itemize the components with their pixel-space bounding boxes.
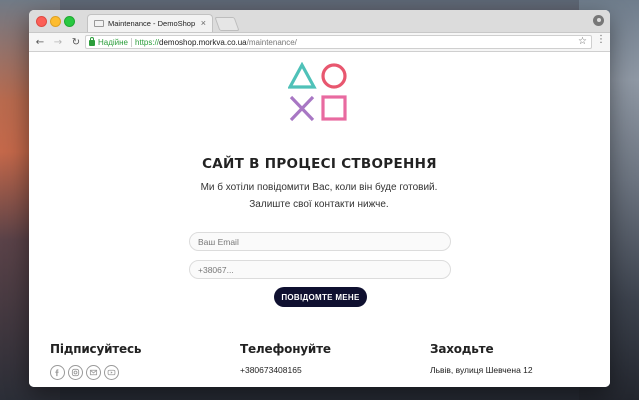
footer-subscribe: Підписуйтесь bbox=[50, 342, 141, 380]
visit-heading: Заходьте bbox=[430, 342, 494, 356]
url-scheme: https:// bbox=[135, 37, 160, 47]
url-path: /maintenance/ bbox=[246, 37, 297, 47]
phone-number[interactable]: +380673408165 bbox=[240, 365, 331, 375]
social-links bbox=[50, 365, 141, 380]
browser-menu-icon[interactable]: ⋮ bbox=[596, 35, 606, 45]
phone-field[interactable] bbox=[189, 260, 451, 279]
tab-close-icon[interactable]: × bbox=[201, 19, 206, 28]
zoom-window-button[interactable] bbox=[64, 16, 75, 27]
page-title: САЙТ В ПРОЦЕСІ СТВОРЕННЯ bbox=[202, 156, 437, 172]
facebook-icon[interactable] bbox=[50, 365, 65, 380]
page-content: САЙТ В ПРОЦЕСІ СТВОРЕННЯ Ми б хотіли пов… bbox=[29, 52, 610, 387]
browser-toolbar: ← → ↻ Надійне https:// demoshop.morkva.c… bbox=[29, 33, 610, 52]
email-field[interactable] bbox=[189, 232, 451, 251]
tab-bar: Maintenance - DemoShop × bbox=[29, 10, 610, 33]
youtube-icon[interactable] bbox=[104, 365, 119, 380]
back-button[interactable]: ← bbox=[33, 37, 47, 48]
profile-icon[interactable] bbox=[593, 15, 604, 26]
lock-icon bbox=[89, 37, 95, 46]
url-host: demoshop.morkva.co.ua bbox=[159, 37, 247, 47]
tab-title: Maintenance - DemoShop bbox=[108, 19, 196, 28]
page-favicon-icon bbox=[94, 20, 104, 27]
browser-tab[interactable]: Maintenance - DemoShop × bbox=[87, 14, 213, 32]
instagram-icon[interactable] bbox=[68, 365, 83, 380]
circle-shape bbox=[321, 63, 347, 89]
triangle-shape bbox=[288, 62, 317, 89]
footer-call: Телефонуйте +380673408165 bbox=[240, 342, 331, 375]
square-shape bbox=[321, 95, 347, 121]
mail-icon[interactable] bbox=[86, 365, 101, 380]
minimize-window-button[interactable] bbox=[50, 16, 61, 27]
subscribe-heading: Підписуйтесь bbox=[50, 342, 142, 356]
forward-button[interactable]: → bbox=[51, 37, 65, 48]
footer-visit: Заходьте Львів, вулиця Шевчена 12 bbox=[430, 342, 533, 375]
address-divider bbox=[131, 37, 133, 47]
notify-me-button[interactable]: ПОВІДОМТЕ МЕНЕ bbox=[274, 287, 367, 307]
new-tab-button[interactable] bbox=[214, 17, 240, 31]
address-text: Львів, вулиця Шевчена 12 bbox=[430, 365, 533, 375]
page-subtitle: Ми б хотіли повідомити Вас, коли він буд… bbox=[200, 182, 438, 210]
cross-shape bbox=[289, 95, 315, 122]
browser-window: Maintenance - DemoShop × ← → ↻ Надійне h… bbox=[29, 10, 610, 387]
call-heading: Телефонуйте bbox=[240, 342, 331, 356]
bookmark-star-icon[interactable]: ☆ bbox=[578, 36, 587, 47]
reload-button[interactable]: ↻ bbox=[69, 37, 83, 48]
close-window-button[interactable] bbox=[36, 16, 47, 27]
address-bar[interactable]: Надійне https:// demoshop.morkva.co.ua /… bbox=[85, 35, 592, 49]
playstation-shapes-logo bbox=[288, 62, 347, 122]
secure-label: Надійне bbox=[98, 37, 129, 47]
